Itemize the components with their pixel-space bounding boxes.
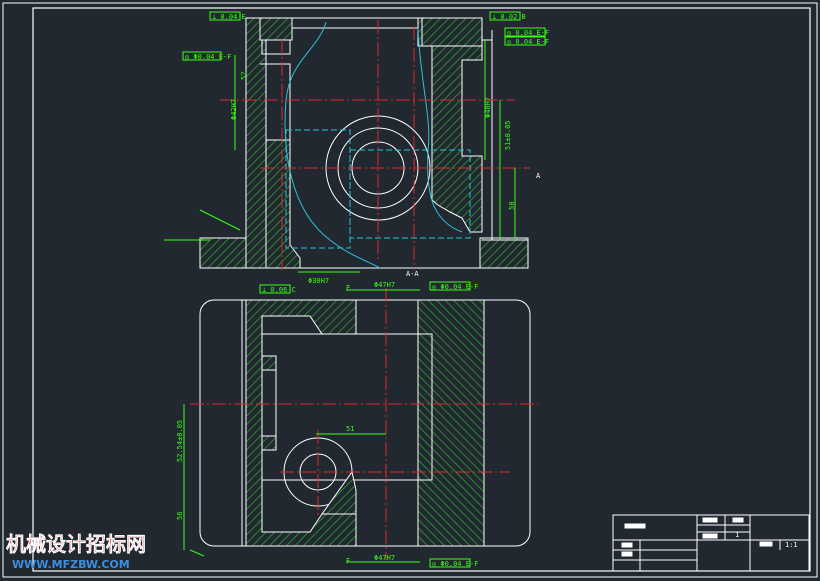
lower-left-web bbox=[265, 139, 301, 269]
mark-a-right: A bbox=[536, 172, 541, 180]
tol-flat-top: ⊥ 0.06 C bbox=[262, 286, 296, 294]
right-pad bbox=[431, 45, 483, 233]
tol-left-callout: ◎ Φ0.04 E-F bbox=[185, 53, 231, 61]
tol-coax-bottom: ◎ Φ0.04 E-F bbox=[432, 560, 478, 568]
tol-flat-left: ⊥ 0.04 E bbox=[212, 13, 246, 21]
dim-bore-top-bottomview: Φ47H7 bbox=[374, 281, 395, 289]
title-scale: 1:1 bbox=[785, 541, 798, 549]
dim-bore-bottom-bottomview: Φ47H7 bbox=[374, 554, 395, 562]
watermark-cn: 机械设计招标网 bbox=[6, 532, 146, 556]
right-section-hatch bbox=[417, 299, 485, 547]
cad-drawing-canvas: ⊥ 0.04 E ⊥ 0.02 B ◎ 0.04 E-F ◎ 0.04 E-F … bbox=[2, 2, 818, 578]
dim-bore-left: Φ42H7 bbox=[230, 99, 238, 120]
dim-bore-bottom: Φ30H7 bbox=[308, 277, 329, 285]
mark-a-a: A-A bbox=[406, 270, 419, 278]
dim-height-a: 51±0.05 bbox=[504, 120, 512, 150]
title-block bbox=[612, 514, 810, 572]
watermark-url: WWW.MFZBW.COM bbox=[12, 558, 130, 571]
mark-f-bottom: F bbox=[346, 557, 350, 565]
dim-center-dist: 51 bbox=[346, 425, 354, 433]
tol-perp-a: ◎ 0.04 E-F bbox=[507, 29, 549, 37]
tol-flat-right: ⊥ 0.02 B bbox=[492, 13, 526, 21]
dim-small-52: 52 bbox=[240, 72, 248, 80]
dim-vertical-a: 52.54±0.05 bbox=[176, 420, 184, 462]
base-plate-left bbox=[199, 237, 249, 269]
left-wall bbox=[245, 17, 267, 269]
tol-coax-top: ◎ Φ0.04 E-F bbox=[432, 283, 478, 291]
base-plate-right bbox=[479, 237, 529, 269]
tol-perp-b: ◎ 0.04 E-F bbox=[507, 38, 549, 46]
dim-bore-right: Φ40H7 bbox=[484, 97, 492, 118]
top-flange bbox=[259, 17, 293, 41]
bottom-view bbox=[183, 288, 538, 563]
mark-f-top: F bbox=[346, 284, 350, 292]
dim-height-b: 50 bbox=[508, 202, 516, 210]
top-right-flange bbox=[417, 17, 483, 47]
title-qty: 1 bbox=[735, 531, 739, 539]
dim-vertical-b: 56 bbox=[176, 512, 184, 520]
